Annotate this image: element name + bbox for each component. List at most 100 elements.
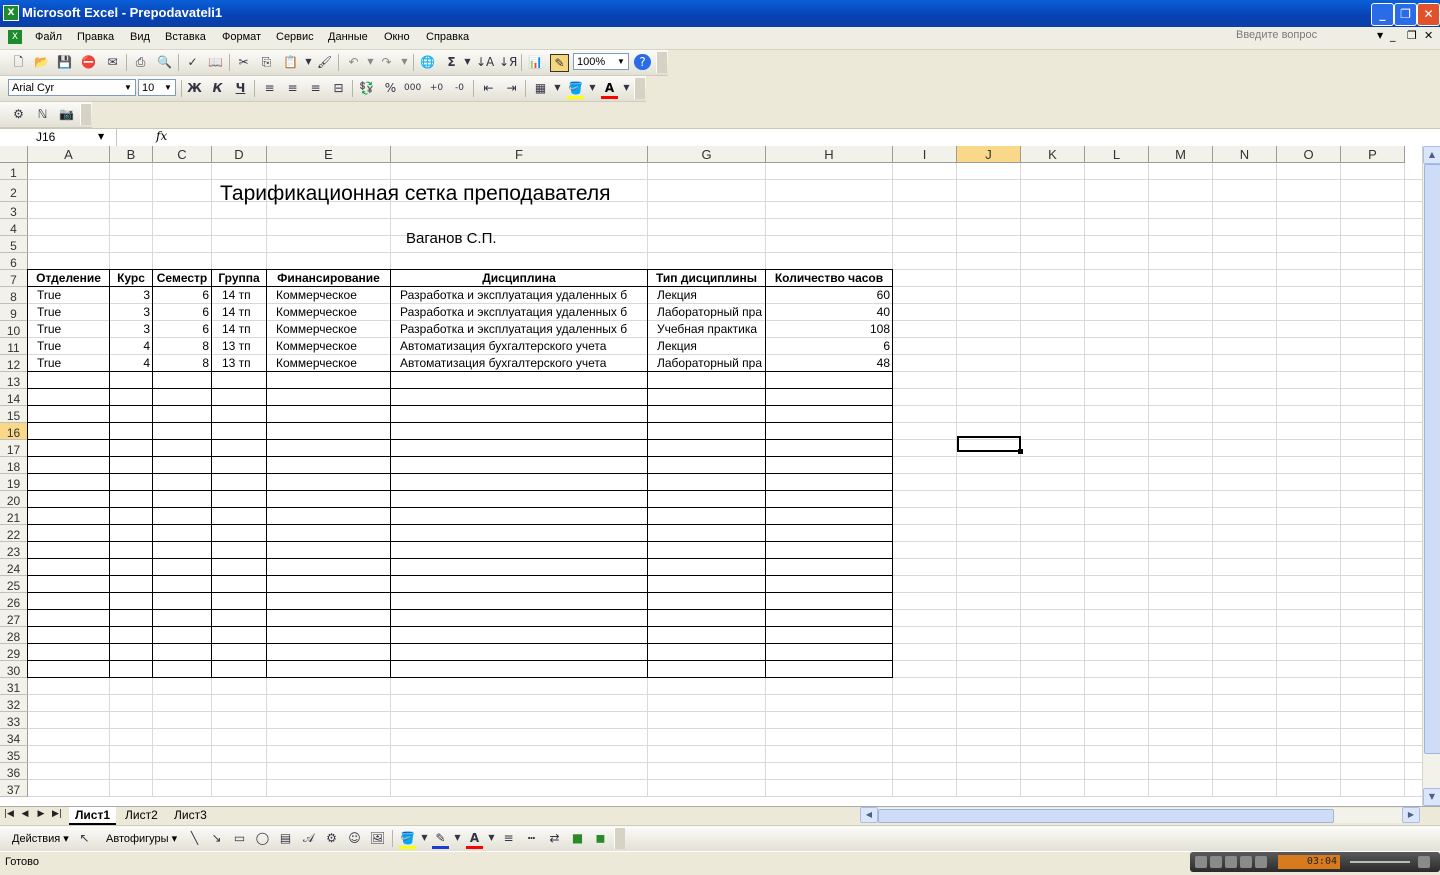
tab-sheet2[interactable]: Лист2: [119, 807, 164, 823]
draw-fill-dropdown-icon[interactable]: ▼: [416, 830, 433, 846]
table-header-cell[interactable]: Курс: [110, 270, 152, 286]
permission-icon[interactable]: ⛔: [80, 54, 97, 70]
media-pause-icon[interactable]: [1210, 856, 1222, 868]
column-header-e[interactable]: E: [267, 146, 391, 163]
row-header-20[interactable]: 20: [0, 491, 28, 508]
table-cell[interactable]: 3: [110, 304, 152, 320]
oval-icon[interactable]: ◯: [254, 830, 271, 846]
table-header-cell[interactable]: Дисциплина: [391, 270, 647, 286]
email-icon[interactable]: ✉: [104, 54, 121, 70]
table-cell[interactable]: 48: [766, 355, 892, 371]
3d-icon[interactable]: ◼: [592, 830, 609, 846]
print-preview-icon[interactable]: 🔍: [156, 54, 173, 70]
row-header-23[interactable]: 23: [0, 542, 28, 559]
table-cell[interactable]: Разработка и эксплуатация удаленных б: [391, 304, 647, 320]
decrease-indent-icon[interactable]: ⇤: [480, 80, 497, 96]
table-cell[interactable]: 6: [153, 321, 211, 337]
column-header-j[interactable]: J: [957, 146, 1021, 163]
borders-dropdown-icon[interactable]: ▼: [549, 80, 566, 96]
row-header-16[interactable]: 16: [0, 423, 28, 440]
menu-edit[interactable]: Правка: [77, 31, 114, 43]
column-header-k[interactable]: K: [1021, 146, 1085, 163]
bold-button[interactable]: Ж: [186, 80, 203, 96]
scroll-up-icon[interactable]: ▲: [1423, 146, 1440, 164]
merge-center-icon[interactable]: ⊟: [330, 80, 347, 96]
table-header-cell[interactable]: Тип дисциплины: [648, 270, 765, 286]
autoshapes-menu[interactable]: Автофигуры ▾: [106, 832, 177, 845]
table-cell[interactable]: Лабораторный пра: [648, 355, 765, 371]
fill-color-dropdown-icon[interactable]: ▼: [584, 80, 601, 96]
redo-dropdown-icon[interactable]: ▼: [396, 54, 413, 70]
menu-window[interactable]: Окно: [384, 31, 410, 43]
increase-indent-icon[interactable]: ⇥: [503, 80, 520, 96]
row-header-27[interactable]: 27: [0, 610, 28, 627]
actions-menu[interactable]: Действия ▾: [12, 832, 69, 845]
draw-font-color-dropdown-icon[interactable]: ▼: [483, 830, 500, 846]
column-header-n[interactable]: N: [1213, 146, 1277, 163]
active-cell-j16[interactable]: [957, 436, 1021, 452]
chart-wizard-icon[interactable]: 📊: [527, 54, 544, 70]
column-header-d[interactable]: D: [212, 146, 267, 163]
table-cell[interactable]: 4: [110, 338, 152, 354]
drawing-toolbar-grip[interactable]: [614, 828, 625, 849]
table-cell[interactable]: 14 тп: [212, 321, 266, 337]
column-header-a[interactable]: A: [28, 146, 110, 163]
table-cell[interactable]: True: [28, 304, 109, 320]
column-header-l[interactable]: L: [1085, 146, 1149, 163]
line-icon[interactable]: ╲: [186, 830, 203, 846]
scroll-right-icon[interactable]: ▶: [1402, 807, 1420, 823]
new-icon[interactable]: 🗋: [10, 54, 27, 70]
media-menu-icon[interactable]: [1418, 856, 1430, 868]
italic-button[interactable]: К: [209, 80, 226, 96]
table-cell[interactable]: 108: [766, 321, 892, 337]
row-header-18[interactable]: 18: [0, 457, 28, 474]
row-header-26[interactable]: 26: [0, 593, 28, 610]
table-cell[interactable]: Коммерческое: [267, 287, 390, 303]
doc-minimize-icon[interactable]: _: [1390, 29, 1396, 42]
table-cell[interactable]: Разработка и эксплуатация удаленных б: [391, 321, 647, 337]
media-next-icon[interactable]: [1255, 856, 1267, 868]
vertical-scrollbar[interactable]: ▲ ▼: [1422, 146, 1440, 806]
clipart-icon[interactable]: ☺: [346, 830, 363, 846]
row-header-4[interactable]: 4: [0, 219, 28, 236]
row-header-1[interactable]: 1: [0, 163, 28, 180]
column-header-c[interactable]: C: [153, 146, 212, 163]
sort-descending-icon[interactable]: ↓Я: [499, 54, 517, 70]
undo-dropdown-icon[interactable]: ▼: [362, 54, 379, 70]
table-header-cell[interactable]: Финансирование: [267, 270, 390, 286]
table-cell[interactable]: 8: [153, 338, 211, 354]
table-cell[interactable]: 3: [110, 287, 152, 303]
diagram-icon[interactable]: ⚙: [323, 830, 340, 846]
row-header-7[interactable]: 7: [0, 270, 28, 287]
row-header-13[interactable]: 13: [0, 372, 28, 389]
paste-icon[interactable]: 📋: [282, 54, 299, 70]
align-right-icon[interactable]: ≡: [307, 80, 324, 96]
table-cell[interactable]: True: [28, 321, 109, 337]
line-color-dropdown-icon[interactable]: ▼: [449, 830, 466, 846]
print-icon[interactable]: ⎙: [132, 54, 149, 70]
row-header-32[interactable]: 32: [0, 695, 28, 712]
row-header-25[interactable]: 25: [0, 576, 28, 593]
table-cell[interactable]: Лекция: [648, 338, 765, 354]
align-left-icon[interactable]: ≡: [261, 80, 278, 96]
menu-tools[interactable]: Сервис: [276, 31, 314, 43]
copy-icon[interactable]: ⎘: [258, 54, 275, 70]
vertical-scroll-thumb[interactable]: [1424, 164, 1440, 754]
workbook-icon[interactable]: X: [8, 30, 22, 44]
arrow-style-icon[interactable]: ⇄: [546, 830, 563, 846]
paste-dropdown-icon[interactable]: ▼: [300, 54, 317, 70]
select-all-corner[interactable]: [0, 146, 28, 163]
minimize-button[interactable]: _: [1371, 3, 1394, 26]
column-header-h[interactable]: H: [766, 146, 893, 163]
table-cell[interactable]: Коммерческое: [267, 355, 390, 371]
borders-icon[interactable]: ▦: [532, 80, 549, 96]
tab-first-icon[interactable]: |◀: [4, 809, 14, 819]
name-box[interactable]: J16: [0, 130, 112, 145]
row-header-33[interactable]: 33: [0, 712, 28, 729]
font-size-select[interactable]: 10 ▼: [138, 79, 176, 96]
table-cell[interactable]: 6: [153, 287, 211, 303]
extra-toolbar-grip[interactable]: [80, 104, 91, 125]
row-header-24[interactable]: 24: [0, 559, 28, 576]
tab-last-icon[interactable]: ▶|: [52, 809, 62, 819]
textbox-icon[interactable]: ▤: [277, 830, 294, 846]
